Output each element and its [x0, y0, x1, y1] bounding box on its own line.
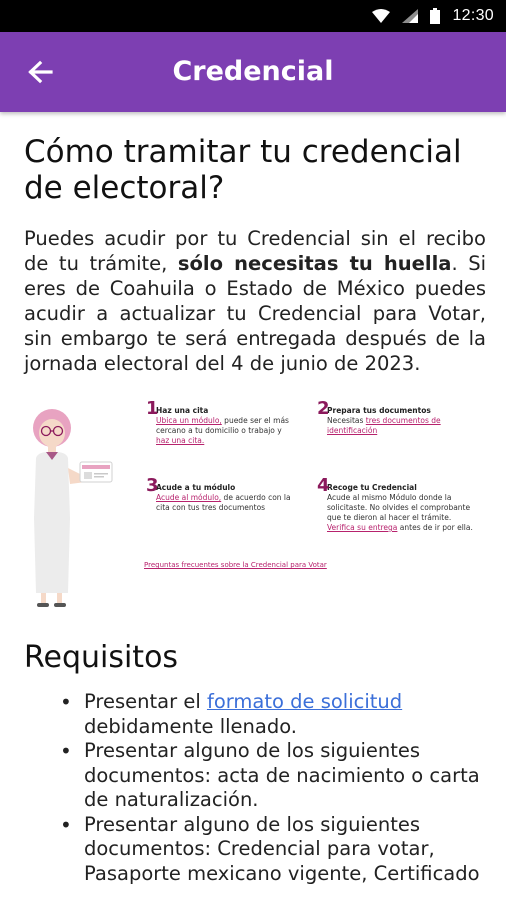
step-1-body: Haz una cita Ubica un módulo, puede ser …	[156, 406, 296, 446]
step-1-link[interactable]: Ubica un módulo,	[156, 416, 222, 425]
main-content: Cómo tramitar tu credencial de electoral…	[24, 112, 486, 886]
arrow-back-icon	[28, 60, 53, 84]
intro-bold: sólo necesitas tu huella	[177, 252, 452, 275]
solicitud-format-link[interactable]: formato de solicitud	[207, 690, 402, 713]
step-1-title: Haz una cita	[156, 406, 209, 415]
step-3-number: 3	[146, 475, 159, 496]
faq-link[interactable]: Preguntas frecuentes sobre la Credencial…	[144, 561, 327, 569]
step-1-number: 1	[146, 398, 159, 419]
app-bar: Credencial	[0, 32, 506, 112]
step-2-number: 2	[317, 398, 330, 419]
process-infographic: 1 Haz una cita Ubica un módulo, puede se…	[24, 398, 486, 610]
step-2: 2 Prepara tus documentos Necesitas tres …	[317, 398, 467, 436]
step-1-link2[interactable]: haz una cita.	[156, 436, 204, 445]
step-4-text2: antes de ir por ella.	[397, 523, 473, 532]
step-4-title: Recoge tu Credencial	[327, 483, 417, 492]
intro-paragraph: Puedes acudir por tu Credencial sin el r…	[24, 226, 486, 376]
step-4-body: Recoge tu Credencial Acude al mismo Módu…	[327, 483, 477, 533]
step-3: 3 Acude a tu módulo Acude al módulo, de …	[146, 475, 296, 513]
requirement-item: Presentar alguno de los siguientes docum…	[60, 813, 486, 887]
woman-illustration	[33, 409, 113, 607]
requirements-list: Presentar el formato de solicitud debida…	[60, 690, 486, 886]
step-4-link[interactable]: Verifica su entrega	[327, 523, 397, 532]
battery-icon	[430, 8, 441, 24]
requirements-title: Requisitos	[24, 640, 179, 675]
status-icons: 12:30	[372, 6, 494, 26]
step-3-link[interactable]: Acude al módulo,	[156, 493, 221, 502]
requirement-item: Presentar el formato de solicitud debida…	[60, 690, 486, 739]
status-bar: 12:30	[0, 0, 506, 32]
requirement-item: Presentar alguno de los siguientes docum…	[60, 739, 486, 813]
requirement-2-text: Presentar alguno de los siguientes docum…	[84, 739, 480, 811]
step-3-body: Acude a tu módulo Acude al módulo, de ac…	[156, 483, 296, 513]
requirement-3-text: Presentar alguno de los siguientes docum…	[84, 812, 480, 885]
step-4-text: Acude al mismo Módulo donde la solicitas…	[327, 493, 471, 522]
step-4-number: 4	[317, 475, 330, 496]
step-2-body: Prepara tus documentos Necesitas tres do…	[327, 406, 467, 436]
step-2-title: Prepara tus documentos	[327, 406, 431, 415]
step-3-title: Acude a tu módulo	[156, 483, 236, 492]
signal-icon	[402, 9, 419, 23]
requirement-1-text: Presentar el	[84, 690, 207, 713]
requirement-1-after: debidamente llenado.	[84, 714, 297, 738]
page-title: Cómo tramitar tu credencial de electoral…	[24, 134, 462, 206]
status-time: 12:30	[452, 7, 494, 24]
step-4: 4 Recoge tu Credencial Acude al mismo Mó…	[317, 475, 477, 533]
app-title: Credencial	[172, 56, 334, 87]
step-1: 1 Haz una cita Ubica un módulo, puede se…	[146, 398, 296, 446]
wifi-icon	[372, 9, 391, 23]
back-button[interactable]	[22, 54, 58, 90]
step-2-text: Necesitas	[327, 416, 366, 425]
